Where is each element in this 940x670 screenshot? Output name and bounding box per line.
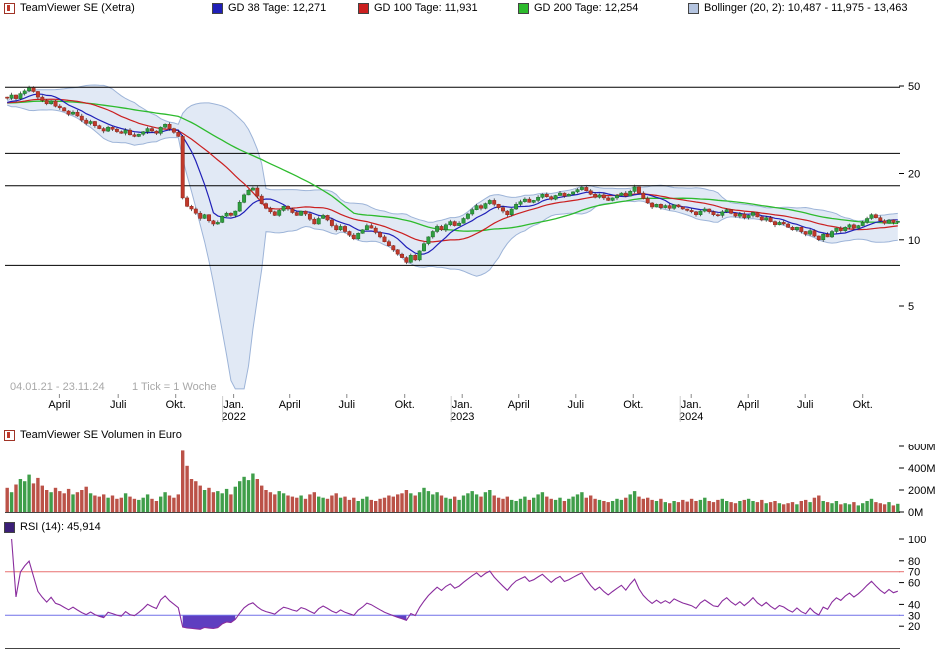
svg-text:20: 20 <box>908 621 920 633</box>
date-range-note: 04.01.21 - 23.11.24 1 Tick = 1 Woche <box>10 381 216 393</box>
svg-text:1 Tick = 1 Woche: 1 Tick = 1 Woche <box>132 381 216 393</box>
svg-text:Juli: Juli <box>339 399 356 411</box>
svg-text:2023: 2023 <box>450 411 474 423</box>
svg-text:04.01.21 - 23.11.24: 04.01.21 - 23.11.24 <box>10 381 105 393</box>
svg-text:April: April <box>737 399 759 411</box>
svg-text:5: 5 <box>908 301 914 313</box>
svg-text:10: 10 <box>908 235 920 247</box>
bollinger-label: Bollinger (20, 2): 10,487 - 11,975 - 13,… <box>704 2 908 14</box>
svg-text:Jan.: Jan. <box>452 399 473 411</box>
rsi-chart-canvas[interactable]: 100806040207030 <box>0 536 940 660</box>
legend-bollinger: Bollinger (20, 2): 10,487 - 11,975 - 13,… <box>688 2 907 14</box>
rsi-axis: 100806040207030 <box>5 536 926 649</box>
main-chart-canvas[interactable]: 5020105April Juli Okt. Jan.2022April Juli Okt… <box>0 16 940 428</box>
volume-label: TeamViewer SE Volumen in Euro <box>20 429 182 441</box>
rsi-swatch-icon <box>4 521 15 533</box>
svg-text:2024: 2024 <box>679 411 703 423</box>
svg-text:2022: 2022 <box>221 411 245 423</box>
svg-text:April: April <box>508 399 530 411</box>
legend-gd100: GD 100 Tage: 11,931 <box>358 2 478 14</box>
svg-text:30: 30 <box>908 610 920 622</box>
svg-text:Jan.: Jan. <box>681 399 702 411</box>
gd200-label: GD 200 Tage: 12,254 <box>534 2 639 14</box>
svg-text:Juli: Juli <box>568 399 585 411</box>
rsi-oversold-fill <box>99 615 407 630</box>
main-chart-legend: TeamViewer SE (Xetra) GD 38 Tage: 12,271… <box>0 2 940 17</box>
gd100-swatch-icon <box>358 2 369 14</box>
svg-text:Jan.: Jan. <box>223 399 244 411</box>
svg-text:Okt.: Okt. <box>395 399 415 411</box>
chart-tool: TeamViewer SE (Xetra) GD 38 Tage: 12,271… <box>0 0 940 670</box>
volume-legend: TeamViewer SE Volumen in Euro <box>0 429 940 444</box>
bollinger-band <box>6 84 898 390</box>
svg-text:20: 20 <box>908 169 920 181</box>
svg-text:Okt.: Okt. <box>853 399 873 411</box>
svg-text:Juli: Juli <box>797 399 814 411</box>
svg-text:April: April <box>48 399 70 411</box>
gd200-swatch-icon <box>518 2 529 14</box>
svg-text:200M: 200M <box>908 485 936 497</box>
svg-text:Okt.: Okt. <box>166 399 186 411</box>
gd100-label: GD 100 Tage: 11,931 <box>374 2 478 14</box>
gd38-label: GD 38 Tage: 12,271 <box>228 2 327 14</box>
bollinger-swatch-icon <box>688 2 699 14</box>
svg-text:70: 70 <box>908 567 920 579</box>
instrument-label: TeamViewer SE (Xetra) <box>20 2 135 14</box>
instrument-candle-icon <box>4 2 15 14</box>
main-x-axis: April Juli Okt. Jan.2022April Juli Okt. Jan.20… <box>48 394 873 423</box>
gd38-swatch-icon <box>212 2 223 14</box>
svg-text:0M: 0M <box>908 507 923 519</box>
legend-gd200: GD 200 Tage: 12,254 <box>518 2 638 14</box>
rsi-label: RSI (14): 45,914 <box>20 521 101 533</box>
rsi-threshold-lines <box>5 571 900 616</box>
svg-text:April: April <box>279 399 301 411</box>
legend-instrument: TeamViewer SE (Xetra) <box>4 2 135 14</box>
svg-text:60: 60 <box>908 578 920 590</box>
svg-text:600M: 600M <box>908 444 936 453</box>
svg-text:100: 100 <box>908 536 926 546</box>
svg-text:400M: 400M <box>908 463 936 475</box>
svg-text:50: 50 <box>908 81 920 93</box>
rsi-legend: RSI (14): 45,914 <box>0 521 940 536</box>
legend-gd38: GD 38 Tage: 12,271 <box>212 2 326 14</box>
svg-text:Juli: Juli <box>110 399 127 411</box>
main-y-axis: 50 20 10 5 <box>899 81 920 313</box>
svg-text:Okt.: Okt. <box>623 399 643 411</box>
volume-bar-icon <box>4 429 15 441</box>
volume-chart-canvas[interactable]: 600M 400M 200M 0M <box>0 444 940 524</box>
volume-bars <box>5 450 900 513</box>
